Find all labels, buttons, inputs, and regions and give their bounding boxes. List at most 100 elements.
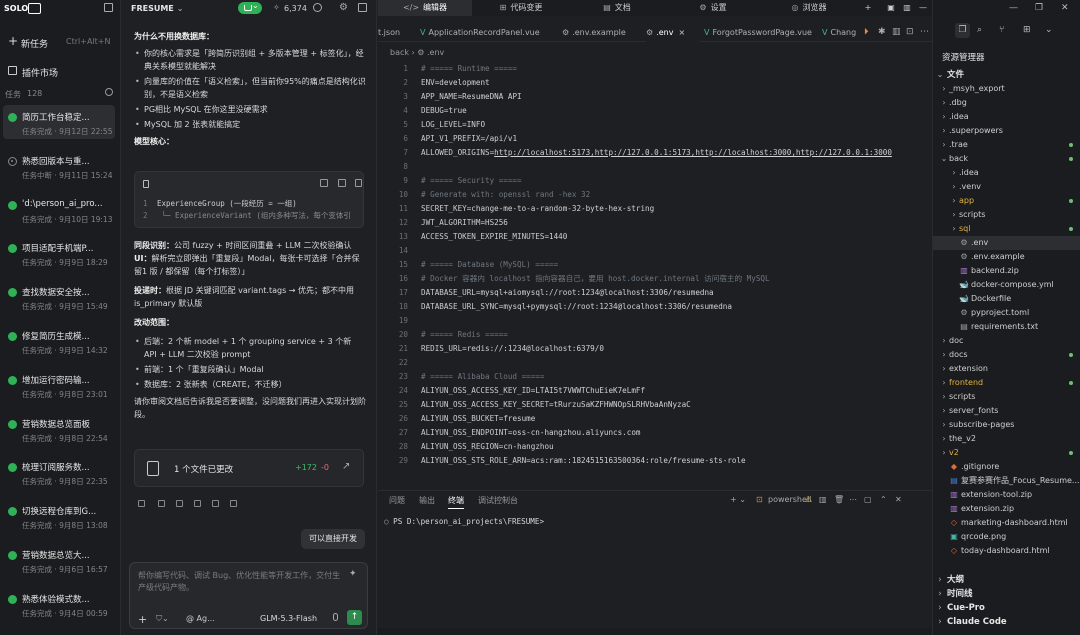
open-arrow-icon[interactable]: ↗ bbox=[342, 461, 350, 472]
tree-folder[interactable]: › extension bbox=[933, 362, 1080, 376]
tree-folder[interactable]: › .venv bbox=[933, 180, 1080, 194]
tab-output[interactable]: 输出 bbox=[419, 495, 435, 506]
more-icon[interactable]: ⋯ bbox=[849, 495, 857, 504]
plugin-market-button[interactable]: 插件市场 bbox=[0, 62, 121, 80]
copy-icon[interactable] bbox=[320, 179, 328, 187]
shield-icon[interactable]: ⛉⌄ bbox=[156, 614, 169, 624]
tree-folder[interactable]: ⌄ back bbox=[933, 152, 1080, 166]
file-tab[interactable]: V Chang bbox=[822, 24, 862, 42]
tree-folder[interactable]: › .superpowers bbox=[933, 124, 1080, 138]
tree-file[interactable]: ⚙ .env.example bbox=[933, 250, 1080, 264]
tree-folder[interactable]: › sql bbox=[933, 222, 1080, 236]
wrap-icon[interactable] bbox=[338, 179, 346, 187]
new-task-button[interactable]: + 新任务 Ctrl+Alt+N bbox=[0, 32, 121, 52]
tree-file[interactable]: ◇ today-dashboard.html bbox=[933, 544, 1080, 558]
preview-icon[interactable]: ⊡ bbox=[906, 27, 914, 37]
retry-icon[interactable] bbox=[176, 500, 183, 507]
agent-selector[interactable]: @ Ag... bbox=[186, 614, 215, 623]
terminal-output[interactable]: ○ PS D:\person_ai_projects\FRESUME> bbox=[384, 517, 544, 526]
files-section-header[interactable]: ⌄ 文件 bbox=[933, 68, 1080, 82]
file-tab[interactable]: t.json bbox=[378, 24, 414, 42]
tab-problems[interactable]: 问题 bbox=[389, 495, 405, 506]
file-tab-active[interactable]: ⚙ .env × bbox=[646, 24, 700, 42]
chat-input-box[interactable]: 帮你编写代码、调试 Bug、优化性能等开发工作，交付生产级代码产物。 ✦ + ⛉… bbox=[129, 562, 368, 629]
task-item[interactable]: 项目适配手机端P... 任务完成 · 9月9日 18:29 bbox=[3, 236, 115, 270]
tree-folder[interactable]: › .idea bbox=[933, 110, 1080, 124]
file-tab[interactable]: V ForgotPasswordPage.vue bbox=[704, 24, 816, 42]
tab-browser[interactable]: ◎ 浏览器 bbox=[762, 0, 856, 16]
minimize-icon[interactable]: — bbox=[916, 0, 930, 16]
tree-file[interactable]: ▥ extension.zip bbox=[933, 502, 1080, 516]
tree-folder[interactable]: › .dbg bbox=[933, 96, 1080, 110]
panel-icon[interactable] bbox=[358, 3, 367, 12]
tab-editor[interactable]: </> 编辑器 bbox=[378, 0, 472, 16]
chevron-up-icon[interactable]: ⌃ bbox=[880, 495, 887, 504]
split-terminal-icon[interactable]: ▥ bbox=[819, 495, 827, 504]
more-icon[interactable] bbox=[230, 500, 237, 507]
split-editor-icon[interactable]: ▥ bbox=[892, 27, 901, 37]
search-icon[interactable] bbox=[105, 88, 113, 96]
github-branch-pill[interactable] bbox=[238, 1, 262, 14]
task-item[interactable]: 梳理订阅服务数... 任务完成 · 9月8日 22:35 bbox=[3, 455, 115, 489]
tree-file[interactable]: ◇ marketing-dashboard.html bbox=[933, 516, 1080, 530]
tree-file[interactable]: ▥ backend.zip bbox=[933, 264, 1080, 278]
send-button[interactable]: ↑ bbox=[347, 610, 362, 625]
window-close-icon[interactable]: ✕ bbox=[1061, 3, 1069, 13]
sparkle-icon[interactable]: ✦ bbox=[349, 569, 357, 579]
trash-icon[interactable]: 🗑 bbox=[834, 495, 844, 504]
tree-file[interactable]: ▤ requirements.txt bbox=[933, 320, 1080, 334]
task-item[interactable]: 营销数据总览面板 任务完成 · 9月8日 22:54 bbox=[3, 412, 115, 446]
cue-pro-section[interactable]: › Cue-Pro bbox=[933, 601, 1080, 615]
layout-icon[interactable]: ▣ bbox=[884, 0, 898, 16]
tree-folder[interactable]: › server_fonts bbox=[933, 404, 1080, 418]
share-icon[interactable] bbox=[194, 500, 201, 507]
file-change-card[interactable]: 1 个文件已更改 +172 -0 ↗ bbox=[134, 449, 364, 487]
history-icon[interactable] bbox=[313, 3, 322, 12]
claude-code-section[interactable]: › Claude Code bbox=[933, 615, 1080, 629]
tree-file[interactable]: ▣ qrcode.png bbox=[933, 530, 1080, 544]
mic-icon[interactable] bbox=[333, 613, 338, 621]
task-item[interactable]: 营销数据总览大... 任务完成 · 9月6日 16:57 bbox=[3, 543, 115, 577]
tree-folder[interactable]: › docs bbox=[933, 348, 1080, 362]
breadcrumb[interactable]: back › ⚙ .env bbox=[390, 48, 444, 57]
thumbs-up-icon[interactable] bbox=[158, 500, 165, 507]
chevron-down-icon[interactable]: ⌄ bbox=[1045, 25, 1053, 35]
code-editor[interactable]: 1 # ===== Runtime ===== 2 ENV=development 3 A… bbox=[378, 62, 932, 480]
task-item[interactable]: 熟悉体验模式数... 任务完成 · 9月4日 00:59 bbox=[3, 587, 115, 621]
tree-file[interactable]: ⚙ pyproject.toml bbox=[933, 306, 1080, 320]
thumbs-down-icon[interactable] bbox=[212, 500, 219, 507]
copy-icon[interactable] bbox=[138, 500, 145, 507]
timeline-section[interactable]: › 时间线 bbox=[933, 587, 1080, 601]
source-control-icon[interactable]: ⑂ bbox=[999, 25, 1004, 35]
task-item[interactable]: 修复简历生成模... 任务完成 · 9月9日 14:32 bbox=[3, 324, 115, 358]
file-tab[interactable]: ⚙ .env.example bbox=[562, 24, 642, 42]
tree-folder[interactable]: › scripts bbox=[933, 390, 1080, 404]
project-selector[interactable]: FRESUME bbox=[131, 4, 183, 13]
tree-folder[interactable]: › scripts bbox=[933, 208, 1080, 222]
maximize-icon[interactable]: ▢ bbox=[864, 495, 872, 504]
window-restore-icon[interactable]: ❐ bbox=[1035, 3, 1043, 13]
outline-section[interactable]: › 大纲 bbox=[933, 573, 1080, 587]
extensions-icon[interactable]: ⊞ bbox=[1023, 25, 1031, 35]
tree-file[interactable]: 🐋 docker-compose.yml bbox=[933, 278, 1080, 292]
task-item[interactable]: 'd:\person_ai_pro... 任务完成 · 9月10日 19:13 bbox=[3, 193, 115, 227]
tree-file[interactable]: ◆ .gitignore bbox=[933, 460, 1080, 474]
model-selector[interactable]: GLM-5.3-Flash bbox=[260, 614, 317, 623]
tree-folder[interactable]: › doc bbox=[933, 334, 1080, 348]
task-item[interactable]: 简历工作台稳定... 任务完成 · 9月12日 22:55 bbox=[3, 105, 115, 139]
tree-folder[interactable]: › .idea bbox=[933, 166, 1080, 180]
warning-icon[interactable]: ⚠ bbox=[805, 495, 812, 504]
chat-input[interactable]: 帮你编写代码、调试 Bug、优化性能等开发工作，交付生产级代码产物。 bbox=[138, 570, 343, 594]
task-item[interactable]: 切换远程仓库到G... 任务完成 · 9月8日 13:08 bbox=[3, 499, 115, 533]
tree-file[interactable]: ⚙ .env bbox=[933, 236, 1080, 250]
window-minimize-icon[interactable]: — bbox=[1009, 3, 1018, 13]
tree-folder[interactable]: › _msyh_export bbox=[933, 82, 1080, 96]
tree-folder[interactable]: › the_v2 bbox=[933, 432, 1080, 446]
run-icon[interactable]: ⏵ bbox=[864, 27, 869, 37]
close-icon[interactable]: ✕ bbox=[895, 495, 902, 504]
tab-terminal[interactable]: 终端 bbox=[448, 495, 464, 509]
more-icon[interactable]: ⋯ bbox=[920, 27, 929, 37]
task-item[interactable]: 熟悉回版本与重... 任务中断 · 9月11日 15:24 bbox=[3, 149, 115, 183]
attach-plus-icon[interactable]: + bbox=[138, 613, 147, 626]
sidebar-toggle-icon[interactable] bbox=[104, 3, 113, 12]
